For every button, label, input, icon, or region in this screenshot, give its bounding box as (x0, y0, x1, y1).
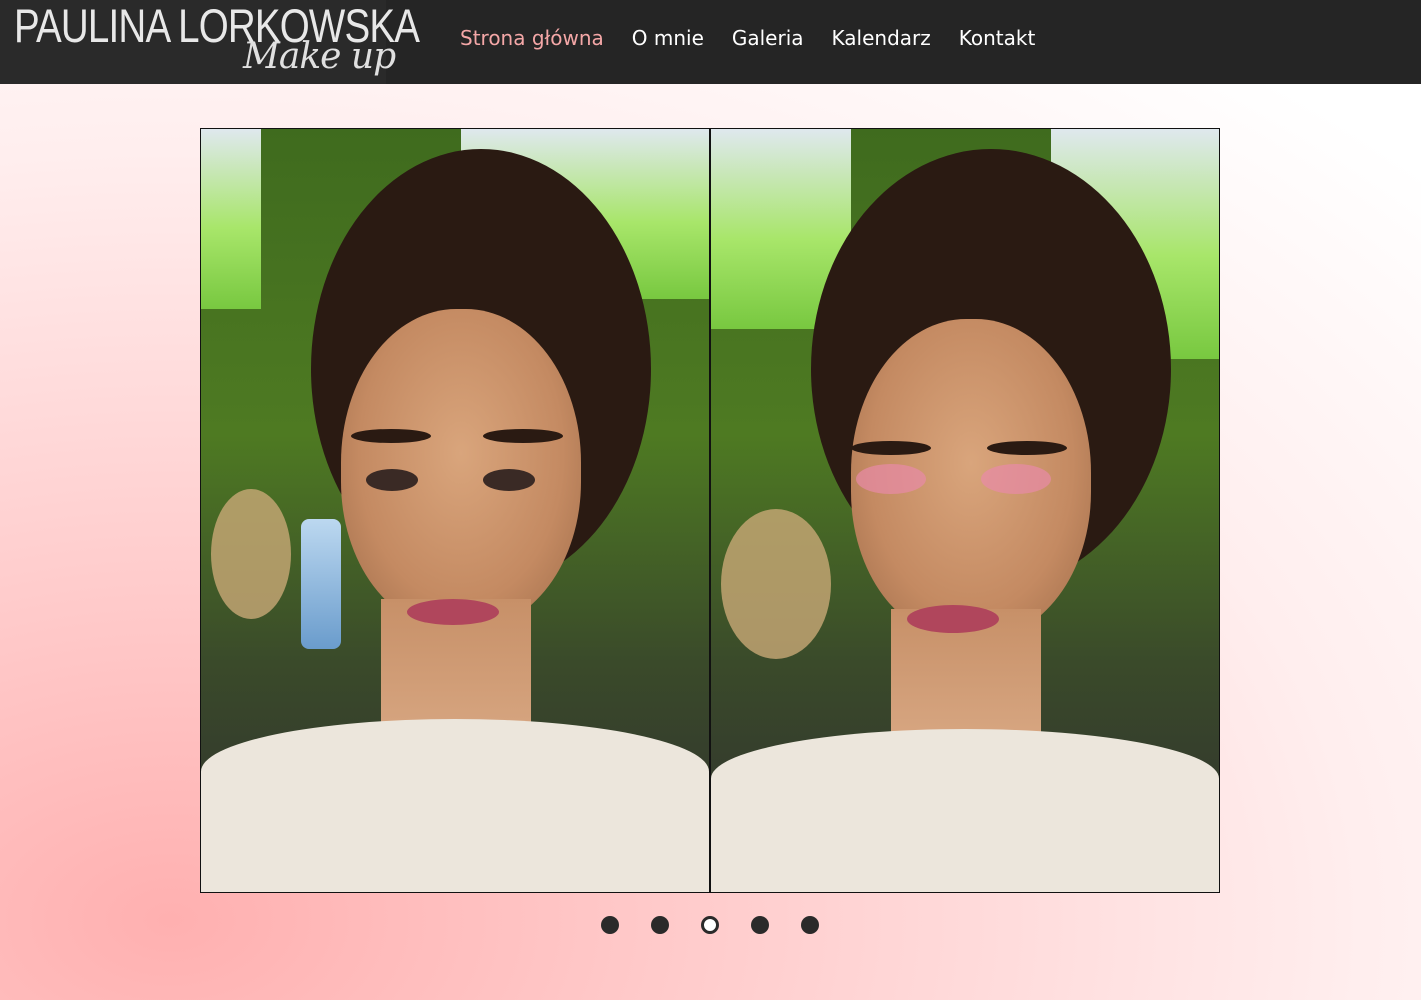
slide-dot-1[interactable] (601, 916, 619, 934)
nav-item-gallery[interactable]: Galeria (718, 24, 818, 52)
eyebrow-shape (351, 429, 431, 443)
nav-item-about[interactable]: O mnie (618, 24, 718, 52)
eye-shape (483, 469, 535, 491)
bottle-shape (301, 519, 341, 649)
image-slider[interactable] (200, 128, 1220, 893)
window-shape (201, 129, 261, 309)
slide-dot-3[interactable] (701, 916, 719, 934)
logo-tagline: Make up (243, 36, 396, 77)
shirt-shape (711, 729, 1219, 892)
photo-after-makeup (711, 129, 1219, 892)
slider-pagination (601, 916, 819, 934)
face-shape (341, 309, 581, 629)
eyebrow-shape (987, 441, 1067, 455)
slide-dot-2[interactable] (651, 916, 669, 934)
eyebrow-shape (851, 441, 931, 455)
teddy-bear-shape (721, 509, 831, 659)
slide-dot-4[interactable] (751, 916, 769, 934)
slide-dot-5[interactable] (801, 916, 819, 934)
lips-shape (407, 599, 499, 625)
photo-before-makeup (201, 129, 709, 892)
eyeshadow-shape (981, 464, 1051, 494)
nav-item-calendar[interactable]: Kalendarz (818, 24, 945, 52)
eye-shape (366, 469, 418, 491)
nav-item-home[interactable]: Strona główna (446, 24, 618, 52)
main-menu: Strona główna O mnie Galeria Kalendarz K… (446, 24, 1049, 52)
top-navigation-bar: PAULINA LORKOWSKA Make up Strona główna … (0, 0, 1421, 84)
shirt-shape (201, 719, 709, 892)
teddy-bear-shape (211, 489, 291, 619)
nav-item-contact[interactable]: Kontakt (945, 24, 1050, 52)
eyebrow-shape (483, 429, 563, 443)
site-logo[interactable]: PAULINA LORKOWSKA Make up (0, 0, 420, 84)
lips-shape (907, 605, 999, 633)
eyeshadow-shape (856, 464, 926, 494)
